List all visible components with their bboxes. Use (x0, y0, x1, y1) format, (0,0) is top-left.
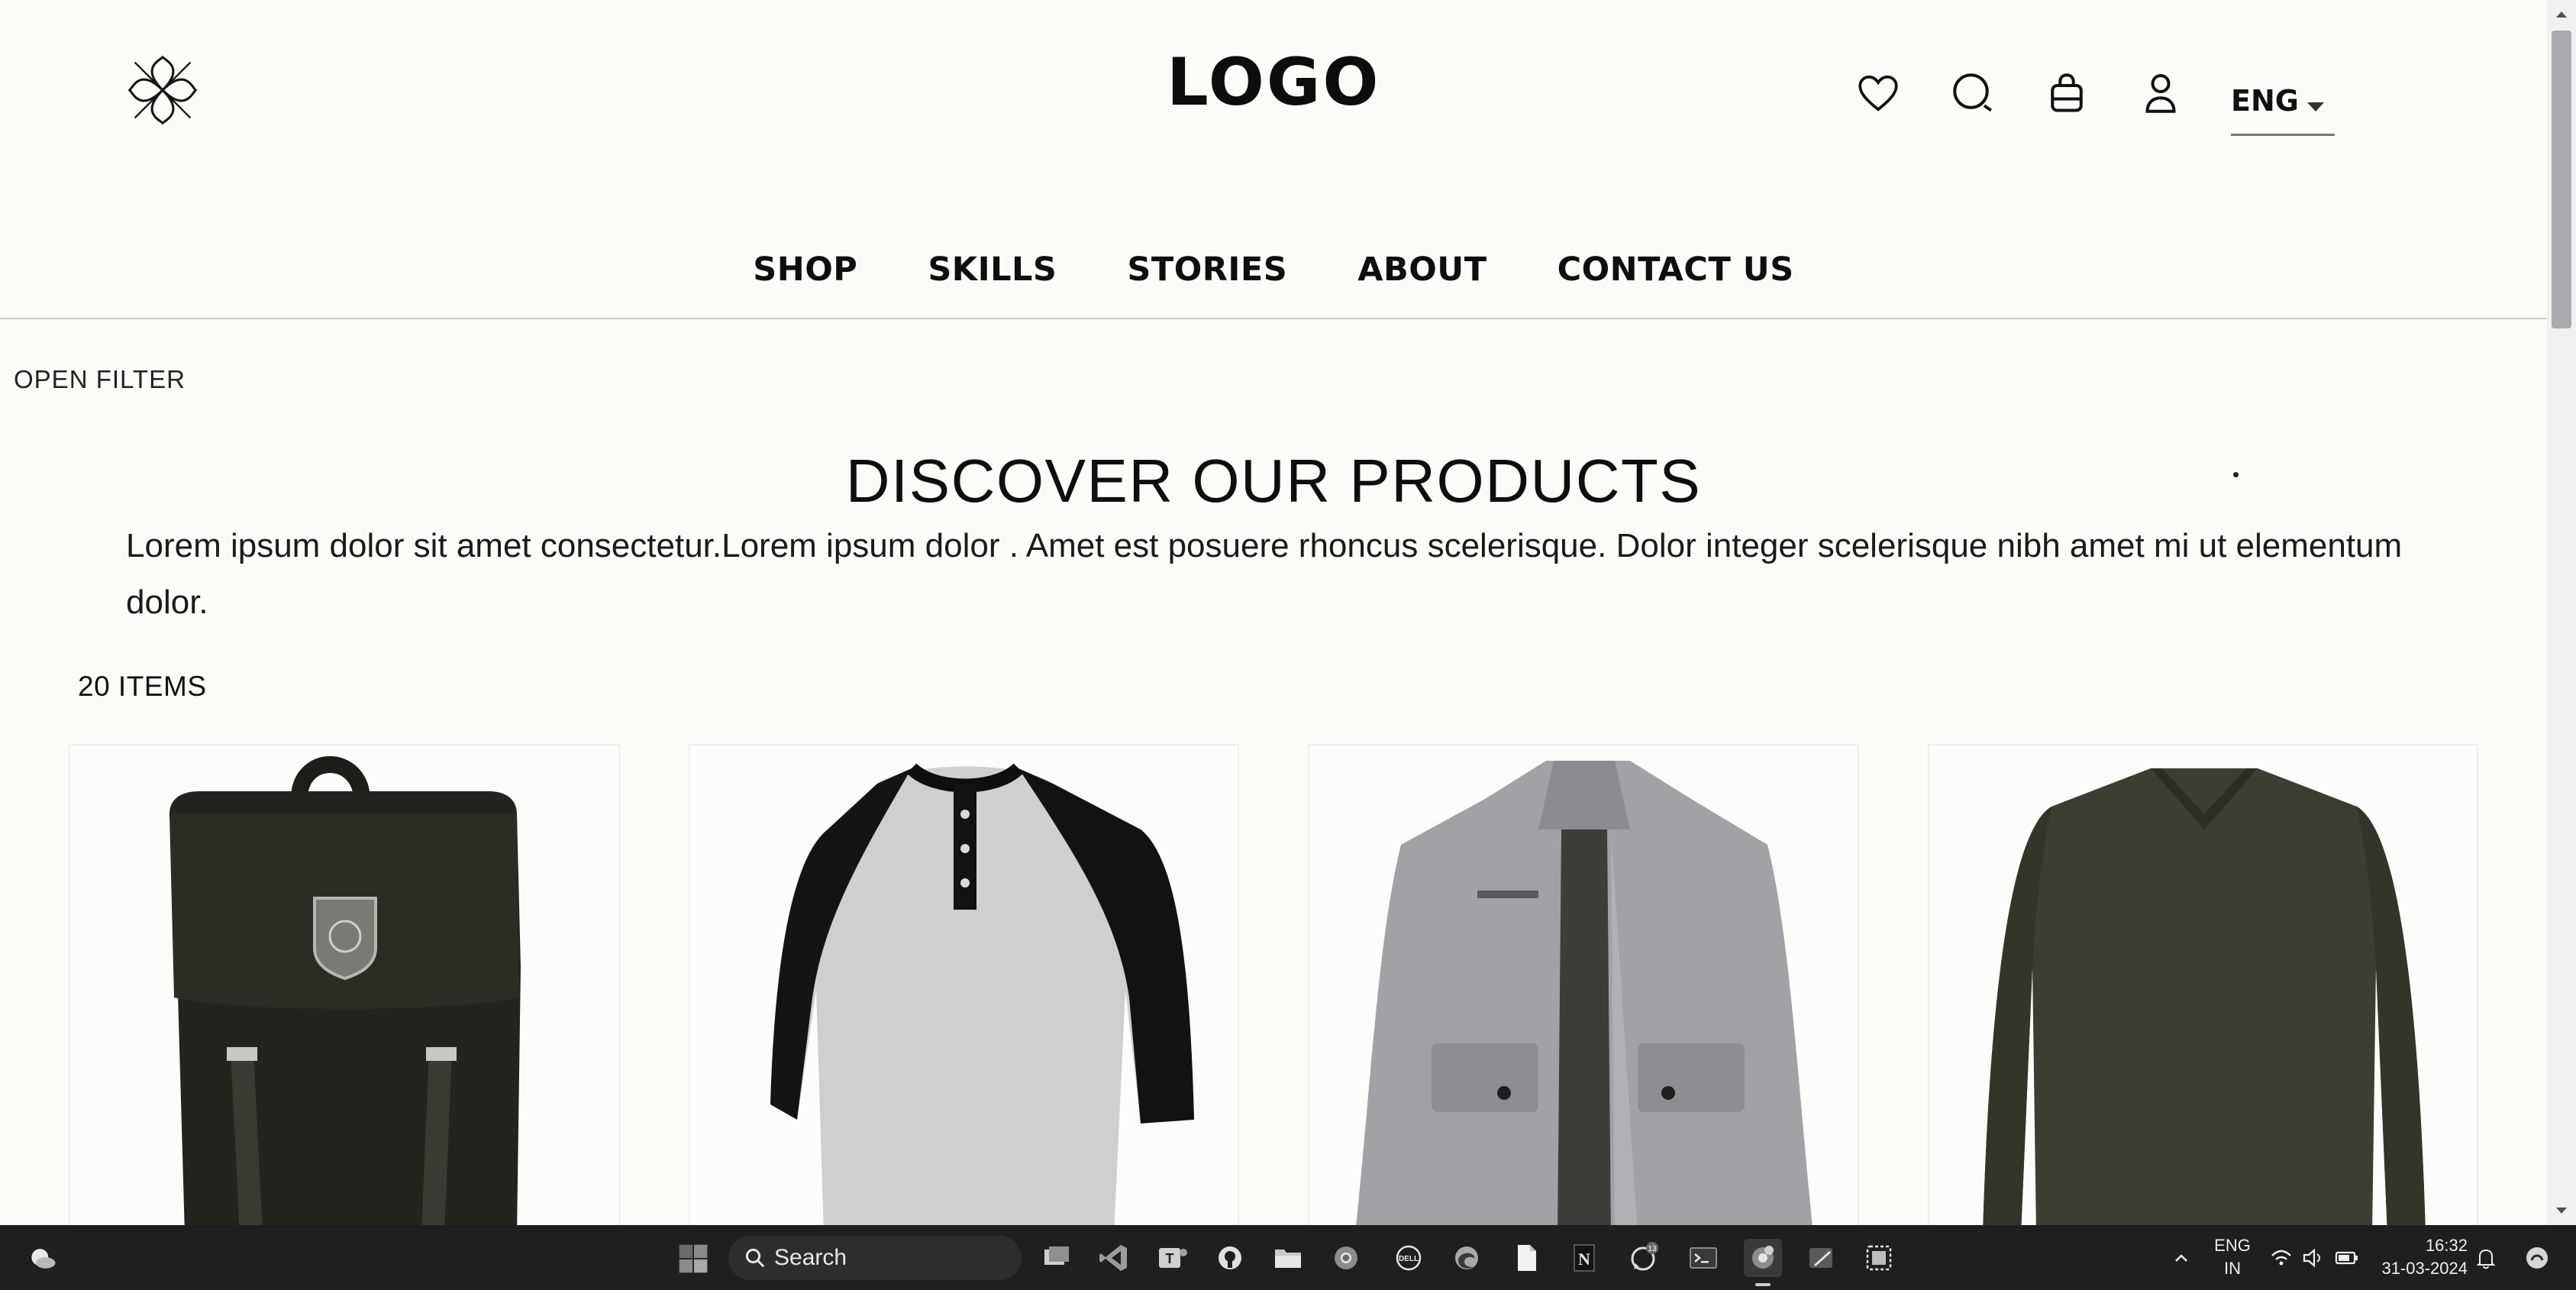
chrome-profile-icon (1752, 1246, 1774, 1269)
grey-field-jacket-image (1355, 761, 1813, 1231)
github-icon[interactable] (1211, 1239, 1249, 1277)
item-count: 20 ITEMS (78, 671, 207, 702)
notepad-icon[interactable] (1507, 1239, 1545, 1277)
whatsapp-badge: 13 (1648, 1245, 1657, 1253)
paint-icon[interactable] (1802, 1239, 1840, 1277)
windows-start-icon[interactable] (676, 1242, 710, 1275)
notification-bell-icon[interactable] (2471, 1240, 2501, 1275)
snipping-tool-icon[interactable] (1860, 1239, 1898, 1277)
product-card[interactable] (1308, 744, 1859, 1233)
open-filter-button[interactable]: OPEN FILTER (14, 365, 186, 394)
shopping-bag-icon[interactable] (2044, 70, 2090, 116)
notion-icon[interactable]: N (1565, 1239, 1603, 1277)
whatsapp-icon[interactable]: 13 (1625, 1239, 1663, 1277)
vertical-scrollbar[interactable] (2547, 0, 2576, 1225)
nav-item-stories[interactable]: STORIES (1127, 251, 1287, 289)
language-label: ENG (2231, 84, 2299, 118)
chrome-icon[interactable] (1327, 1239, 1365, 1277)
nav-item-contact-us[interactable]: CONTACT US (1558, 251, 1794, 289)
volume-icon[interactable] (2298, 1240, 2329, 1275)
nav-item-skills[interactable]: SKILLS (928, 251, 1057, 289)
wifi-icon[interactable] (2266, 1240, 2297, 1275)
dark-backpack-image (169, 756, 521, 1231)
search-icon (745, 1248, 765, 1268)
clock-time: 16:32 (2425, 1236, 2468, 1255)
product-card[interactable] (1927, 744, 2478, 1233)
input-language-line1: ENG (2214, 1236, 2251, 1255)
scroll-down-arrow-icon[interactable] (2547, 1196, 2576, 1225)
dell-icon[interactable]: DELL (1390, 1239, 1428, 1277)
nav-item-shop[interactable]: SHOP (753, 251, 857, 289)
chevron-up-icon[interactable] (2170, 1240, 2193, 1275)
task-view-icon[interactable] (1037, 1239, 1075, 1277)
scrollbar-thumb[interactable] (2552, 31, 2571, 328)
vscode-icon[interactable] (1095, 1239, 1133, 1277)
nav-item-about[interactable]: ABOUT (1357, 251, 1487, 289)
svg-text:T: T (1166, 1251, 1174, 1266)
clover-knot-icon[interactable] (126, 53, 199, 127)
file-explorer-icon[interactable] (1269, 1239, 1307, 1277)
system-clock[interactable]: 16:32 31-03-2024 (2373, 1234, 2468, 1280)
site-logo[interactable]: LOGO (1167, 44, 1381, 121)
heart-icon[interactable] (1855, 70, 1901, 116)
copilot-icon[interactable] (2520, 1240, 2555, 1275)
main-navigation: SHOP SKILLS STORIES ABOUT CONTACT US (0, 251, 2547, 289)
windows-taskbar: Search T DELL N 13 ENG IN 16:32 31-03-20… (0, 1225, 2576, 1290)
edge-icon[interactable] (1448, 1239, 1486, 1277)
site-header: LOGO ENG SHOP SKILLS STORIES ABOUT CONTA… (0, 0, 2547, 319)
weather-icon[interactable] (26, 1242, 60, 1275)
decorative-dot (2233, 472, 2239, 477)
raglan-henley-tshirt-image (770, 763, 1194, 1231)
input-language-line2: IN (2224, 1259, 2241, 1278)
search-icon[interactable] (1950, 70, 1996, 116)
terminal-icon[interactable] (1684, 1239, 1722, 1277)
product-grid (69, 744, 2478, 1233)
language-selector[interactable]: ENG (2231, 84, 2335, 136)
user-icon[interactable] (2138, 70, 2184, 116)
svg-text:N: N (1578, 1250, 1590, 1269)
chrome-profile-app[interactable] (1744, 1239, 1782, 1286)
taskbar-search-box[interactable]: Search (728, 1236, 1022, 1280)
intro-paragraph: Lorem ipsum dolor sit amet consectetur.L… (126, 527, 2403, 621)
active-app-indicator (1755, 1283, 1771, 1286)
input-language-indicator[interactable]: ENG IN (2210, 1234, 2255, 1280)
teams-icon[interactable]: T (1153, 1239, 1191, 1277)
clock-date: 31-03-2024 (2381, 1259, 2468, 1278)
svg-text:DELL: DELL (1399, 1255, 1419, 1263)
product-card[interactable] (688, 744, 1239, 1233)
battery-icon[interactable] (2330, 1240, 2364, 1275)
search-placeholder: Search (774, 1245, 847, 1270)
olive-vneck-longsleeve-image (1982, 768, 2426, 1231)
chevron-down-icon (2307, 102, 2324, 112)
product-card[interactable] (69, 744, 620, 1233)
page-title: DISCOVER OUR PRODUCTS (845, 447, 1702, 515)
scroll-up-arrow-icon[interactable] (2547, 0, 2576, 29)
